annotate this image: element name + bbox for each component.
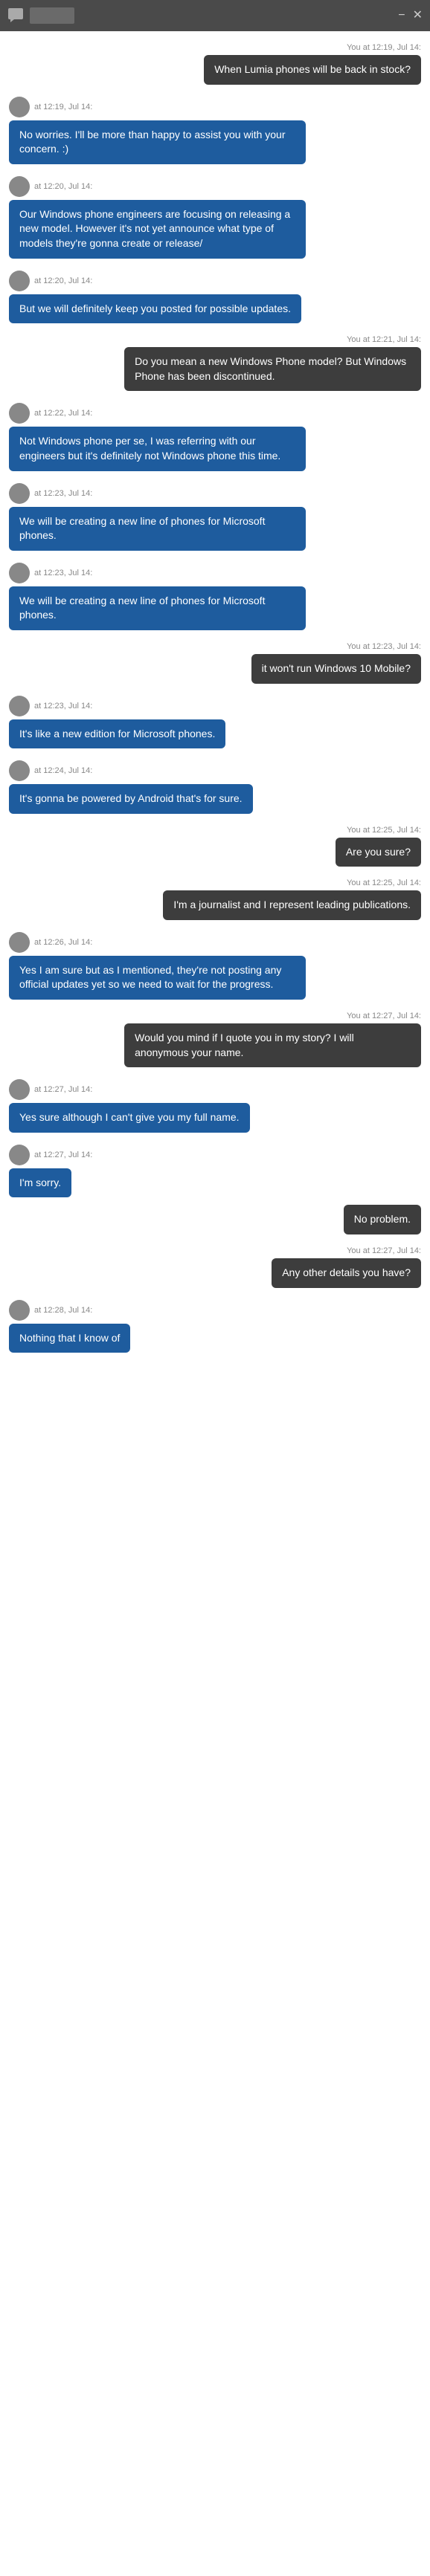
msg-row-11: It's gonna be powered by Android that's … bbox=[9, 784, 421, 814]
msg-row-15: Would you mind if I quote you in my stor… bbox=[9, 1023, 421, 1067]
msg-meta-7: at 12:23, Jul 14: bbox=[9, 483, 421, 504]
header-left bbox=[7, 7, 74, 24]
msg-meta-14: at 12:26, Jul 14: bbox=[9, 932, 421, 953]
msg-row-3: Our Windows phone engineers are focusing… bbox=[9, 200, 421, 259]
msg-row-1: When Lumia phones will be back in stock? bbox=[9, 55, 421, 85]
avatar-3 bbox=[9, 176, 30, 197]
bubble-13: I'm a journalist and I represent leading… bbox=[163, 890, 421, 920]
chat-header: − ✕ bbox=[0, 0, 430, 31]
msg-row-14: Yes I am sure but as I mentioned, they'r… bbox=[9, 956, 421, 1000]
avatar-20 bbox=[9, 1300, 30, 1321]
avatar-2 bbox=[9, 97, 30, 117]
avatar-4 bbox=[9, 271, 30, 291]
msg-meta-4: at 12:20, Jul 14: bbox=[9, 271, 421, 291]
msg-row-20: Nothing that I know of bbox=[9, 1324, 421, 1353]
msg-meta-6: at 12:22, Jul 14: bbox=[9, 403, 421, 424]
msg-row-13: I'm a journalist and I represent leading… bbox=[9, 890, 421, 920]
bubble-2: No worries. I'll be more than happy to a… bbox=[9, 120, 306, 164]
avatar-7 bbox=[9, 483, 30, 504]
bubble-14: Yes I am sure but as I mentioned, they'r… bbox=[9, 956, 306, 1000]
msg-row-9: it won't run Windows 10 Mobile? bbox=[9, 654, 421, 684]
header-controls: − ✕ bbox=[398, 10, 423, 22]
msg-row-5: Do you mean a new Windows Phone model? B… bbox=[9, 347, 421, 391]
msg-meta-12: You at 12:25, Jul 14: bbox=[9, 826, 421, 835]
msg-meta-17: at 12:27, Jul 14: bbox=[9, 1145, 421, 1165]
msg-row-10: It's like a new edition for Microsoft ph… bbox=[9, 719, 421, 749]
avatar-8 bbox=[9, 563, 30, 583]
msg-meta-2: at 12:19, Jul 14: bbox=[9, 97, 421, 117]
msg-meta-19: You at 12:27, Jul 14: bbox=[9, 1246, 421, 1255]
bubble-18: No problem. bbox=[344, 1205, 421, 1234]
msg-meta-3: at 12:20, Jul 14: bbox=[9, 176, 421, 197]
avatar-14 bbox=[9, 932, 30, 953]
bubble-20: Nothing that I know of bbox=[9, 1324, 130, 1353]
avatar-17 bbox=[9, 1145, 30, 1165]
msg-meta-16: at 12:27, Jul 14: bbox=[9, 1079, 421, 1100]
bubble-6: Not Windows phone per se, I was referrin… bbox=[9, 427, 306, 470]
bubble-16: Yes sure although I can't give you my fu… bbox=[9, 1103, 250, 1133]
msg-row-16: Yes sure although I can't give you my fu… bbox=[9, 1103, 421, 1133]
chat-icon bbox=[7, 7, 24, 24]
msg-row-4: But we will definitely keep you posted f… bbox=[9, 294, 421, 324]
minimize-button[interactable]: − bbox=[398, 10, 405, 22]
bubble-11: It's gonna be powered by Android that's … bbox=[9, 784, 253, 814]
msg-meta-20: at 12:28, Jul 14: bbox=[9, 1300, 421, 1321]
msg-meta-10: at 12:23, Jul 14: bbox=[9, 696, 421, 716]
bubble-19: Any other details you have? bbox=[272, 1258, 421, 1288]
msg-meta-5: You at 12:21, Jul 14: bbox=[9, 335, 421, 344]
bubble-17: I'm sorry. bbox=[9, 1168, 71, 1198]
chat-container: − ✕ You at 12:19, Jul 14: When Lumia phon… bbox=[0, 0, 430, 2576]
msg-meta-9: You at 12:23, Jul 14: bbox=[9, 642, 421, 651]
bubble-8: We will be creating a new line of phones… bbox=[9, 586, 306, 630]
msg-row-7: We will be creating a new line of phones… bbox=[9, 507, 421, 551]
msg-meta-15: You at 12:27, Jul 14: bbox=[9, 1012, 421, 1020]
msg-row-19: Any other details you have? bbox=[9, 1258, 421, 1288]
bubble-10: It's like a new edition for Microsoft ph… bbox=[9, 719, 225, 749]
bubble-15: Would you mind if I quote you in my stor… bbox=[124, 1023, 421, 1067]
bubble-1: When Lumia phones will be back in stock? bbox=[204, 55, 421, 85]
avatar-6 bbox=[9, 403, 30, 424]
messages-area: You at 12:19, Jul 14: When Lumia phones w… bbox=[0, 31, 430, 2576]
bubble-9: it won't run Windows 10 Mobile? bbox=[251, 654, 421, 684]
msg-row-17: I'm sorry. bbox=[9, 1168, 421, 1198]
msg-meta-11: at 12:24, Jul 14: bbox=[9, 760, 421, 781]
msg-row-2: No worries. I'll be more than happy to a… bbox=[9, 120, 421, 164]
msg-row-18: No problem. bbox=[9, 1205, 421, 1234]
avatar-11 bbox=[9, 760, 30, 781]
msg-meta-1: You at 12:19, Jul 14: bbox=[9, 43, 421, 52]
bubble-12: Are you sure? bbox=[336, 838, 421, 867]
msg-meta-8: at 12:23, Jul 14: bbox=[9, 563, 421, 583]
header-agent-name bbox=[30, 7, 74, 24]
close-button[interactable]: ✕ bbox=[413, 10, 423, 22]
msg-row-8: We will be creating a new line of phones… bbox=[9, 586, 421, 630]
bubble-5: Do you mean a new Windows Phone model? B… bbox=[124, 347, 421, 391]
msg-row-12: Are you sure? bbox=[9, 838, 421, 867]
bubble-4: But we will definitely keep you posted f… bbox=[9, 294, 301, 324]
msg-meta-13: You at 12:25, Jul 14: bbox=[9, 878, 421, 887]
avatar-10 bbox=[9, 696, 30, 716]
avatar-16 bbox=[9, 1079, 30, 1100]
bubble-3: Our Windows phone engineers are focusing… bbox=[9, 200, 306, 259]
msg-row-6: Not Windows phone per se, I was referrin… bbox=[9, 427, 421, 470]
bubble-7: We will be creating a new line of phones… bbox=[9, 507, 306, 551]
